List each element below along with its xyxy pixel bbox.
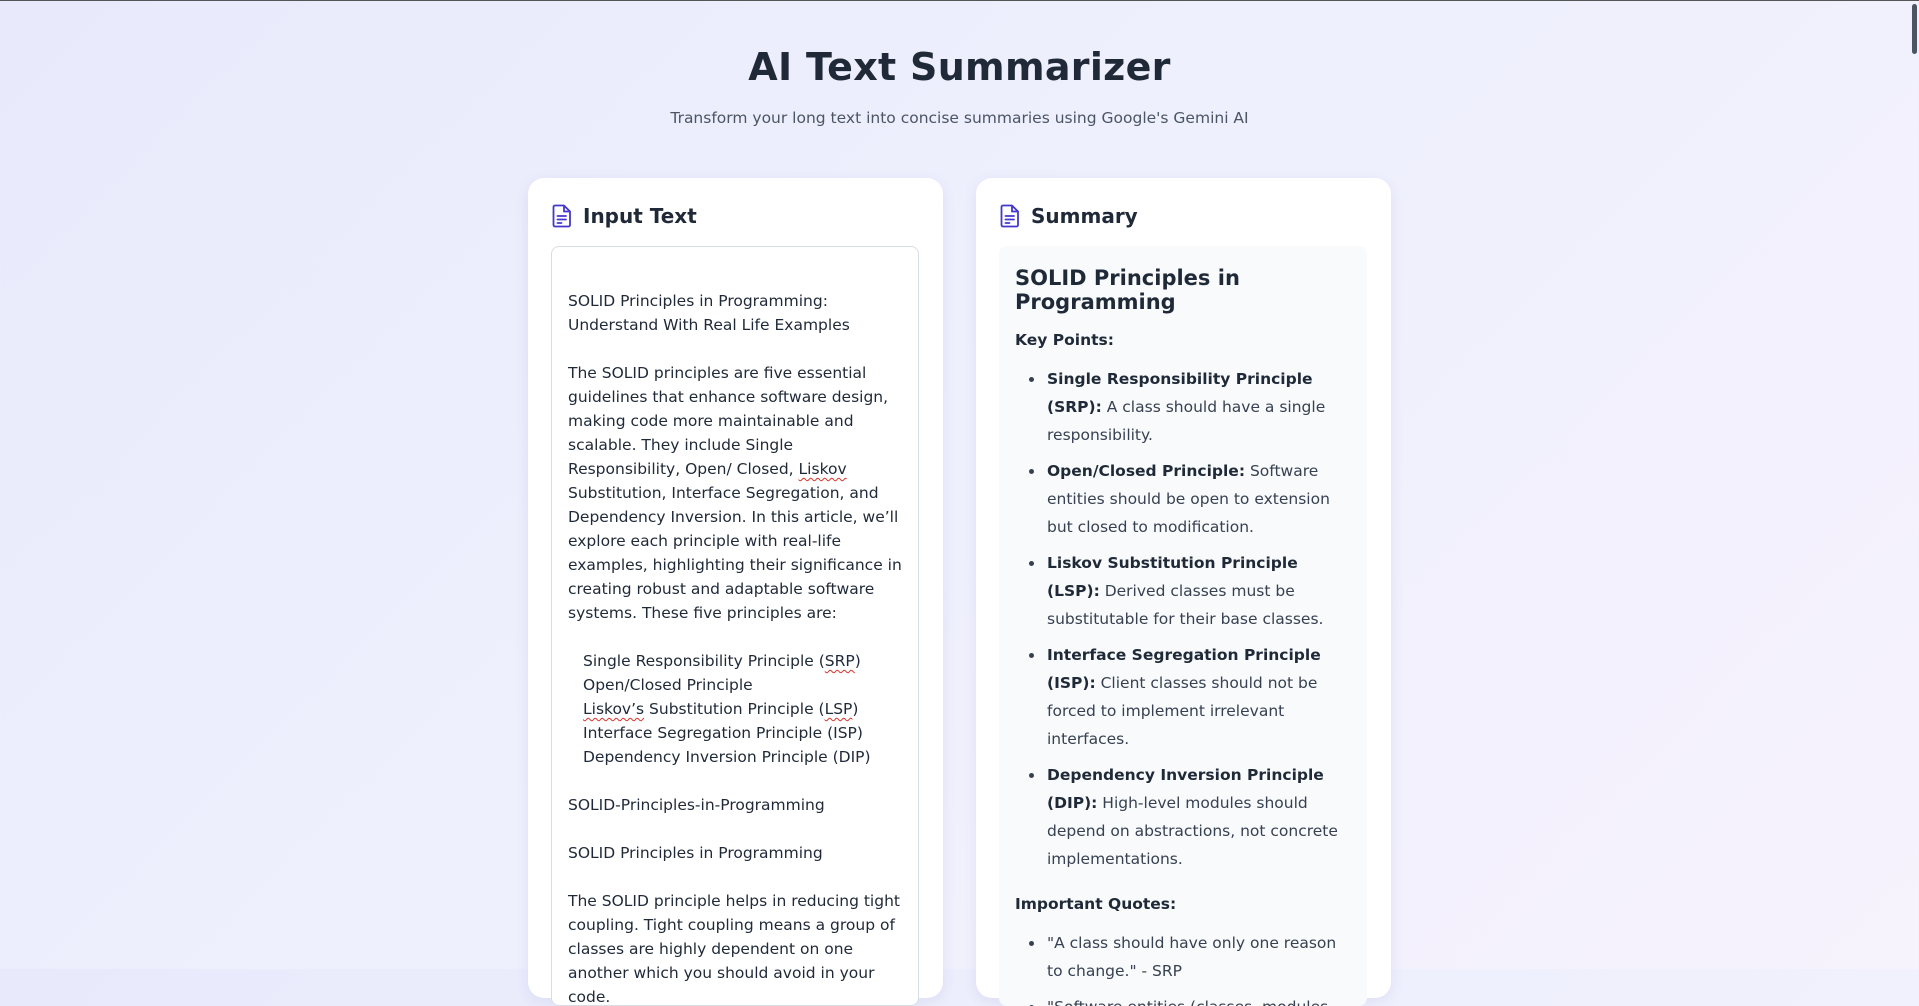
key-points-list: Single Responsibility Principle (SRP): A…: [1015, 365, 1351, 873]
list-item: Liskov Substitution Principle (LSP): Der…: [1029, 549, 1351, 633]
input-card-title: Input Text: [583, 204, 697, 228]
app-subtitle: Transform your long text into concise su…: [670, 109, 1249, 127]
spellcheck-word: LSP: [824, 700, 853, 718]
input-textarea[interactable]: SOLID Principles in Programming: Underst…: [551, 246, 919, 1006]
app-title: AI Text Summarizer: [748, 45, 1171, 89]
summary-heading: SOLID Principles in Programming: [1015, 266, 1240, 314]
quotes-label: Important Quotes:: [1015, 895, 1177, 913]
document-icon: [552, 204, 572, 228]
list-item: Dependency Inversion Principle (DIP): [583, 748, 871, 766]
key-points-label: Key Points:: [1015, 331, 1114, 349]
list-item: Single Responsibility Principle (SRP): [583, 652, 861, 670]
spellcheck-word: Liskov’s: [583, 700, 645, 718]
list-item: Interface Segregation Principle (ISP): [583, 724, 863, 742]
input-paragraph: SOLID Principles in Programming: [568, 844, 823, 862]
input-paragraph: SOLID-Principles-in-Programming: [568, 796, 825, 814]
page-scrollbar[interactable]: [1909, 2, 1919, 970]
document-icon: [1000, 204, 1020, 228]
input-card: Input Text SOLID Principles in Programmi…: [528, 178, 943, 1006]
input-principles-list: Single Responsibility Principle (SRP) Op…: [568, 649, 902, 769]
spellcheck-word: Liskov: [798, 460, 847, 478]
input-paragraph: SOLID Principles in Programming: Underst…: [568, 292, 850, 334]
list-item: Dependency Inversion Principle (DIP): Hi…: [1029, 761, 1351, 873]
input-paragraph: The SOLID principles are five essential …: [568, 364, 902, 622]
quotes-list: "A class should have only one reason to …: [1015, 929, 1351, 1006]
list-item: Liskov’s Substitution Principle (LSP): [583, 700, 859, 718]
list-item: Open/Closed Principle: Software entities…: [1029, 457, 1351, 541]
list-item: "A class should have only one reason to …: [1029, 929, 1351, 985]
list-item: Open/Closed Principle: [583, 676, 753, 694]
summary-card-title: Summary: [1031, 204, 1138, 228]
spellcheck-word: SRP: [824, 652, 855, 670]
input-paragraph: The SOLID principle helps in reducing ti…: [568, 892, 900, 1006]
list-item: Interface Segregation Principle (ISP): C…: [1029, 641, 1351, 753]
summary-output: SOLID Principles in Programming Key Poin…: [999, 246, 1367, 1006]
input-card-header: Input Text: [552, 204, 697, 228]
list-item: "Software entities (classes, modules,: [1029, 993, 1351, 1006]
summary-card-header: Summary: [1000, 204, 1138, 228]
list-item: Single Responsibility Principle (SRP): A…: [1029, 365, 1351, 449]
scrollbar-thumb[interactable]: [1912, 4, 1917, 54]
summary-card: Summary SOLID Principles in Programming …: [976, 178, 1391, 1006]
